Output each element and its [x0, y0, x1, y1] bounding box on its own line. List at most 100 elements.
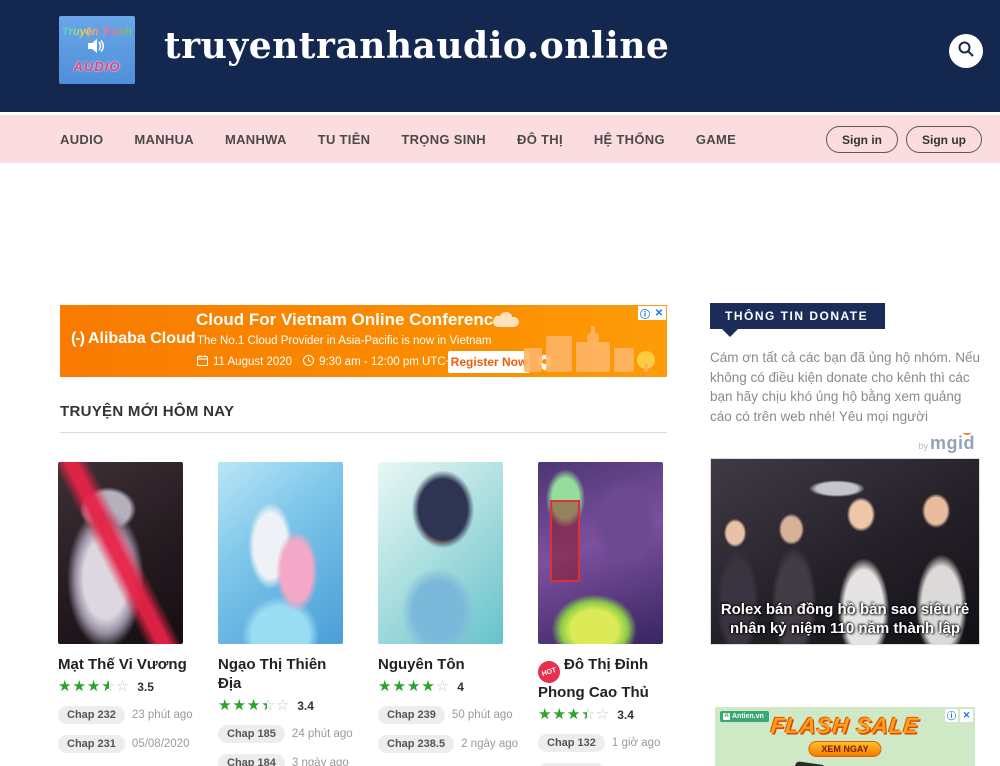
- banner-ad[interactable]: (-) Alibaba Cloud Cloud For Vietnam Onlin…: [60, 305, 667, 377]
- native-ad[interactable]: Rolex bán đồng hồ bản sao siêu rẻ nhân k…: [710, 458, 980, 645]
- mgid-text: mgid: [930, 433, 975, 453]
- register-now-button[interactable]: Register Now: [448, 351, 530, 373]
- mgid-accent-icon: [963, 430, 971, 435]
- ad-info-icon[interactable]: ⓘ: [945, 709, 958, 722]
- site-title[interactable]: truyentranhaudio.online: [164, 25, 669, 67]
- main-nav: AUDIO MANHUA MANHWA TU TIÊN TRỌNG SINH Đ…: [0, 115, 1000, 163]
- flash-sale-ad[interactable]: AAntien.vn FLASH SALE XEM NGAY ⓘ ✕: [710, 702, 980, 766]
- ad-close-icon[interactable]: ✕: [652, 306, 666, 320]
- cloud-icon: [493, 317, 519, 327]
- rating-value: 3.4: [297, 699, 314, 713]
- banner-ad-date: 11 August 2020: [213, 356, 292, 368]
- chapter-row: Chap 231 05/08/2020: [58, 735, 188, 753]
- chapter-time: 1 giờ ago: [612, 737, 660, 749]
- comic-card: Ngạo Thị Thiên Địa ☆☆☆☆☆ ★★★★★ 3.4 Chap …: [218, 462, 348, 766]
- xem-ngay-button[interactable]: XEM NGAY: [808, 741, 881, 757]
- flash-sale-title: FLASH SALE: [715, 713, 975, 739]
- stars-filled: ★★★★★: [58, 679, 109, 695]
- comic-title[interactable]: Nguyên Tôn: [378, 655, 508, 674]
- section-divider: [60, 432, 667, 433]
- comic-card: Mạt Thế Vi Vương ☆☆☆☆☆ ★★★★★ 3.5 Chap 23…: [58, 462, 188, 753]
- chapter-time: 3 ngày ago: [292, 757, 349, 766]
- chapter-badge[interactable]: Chap 239: [378, 706, 445, 724]
- comic-cover-ngao-thi-thien-dia[interactable]: [218, 462, 343, 644]
- comic-title[interactable]: Mạt Thế Vi Vương: [58, 655, 188, 674]
- sign-up-button[interactable]: Sign up: [906, 126, 982, 153]
- nav-item-manhwa[interactable]: MANHWA: [225, 132, 287, 147]
- comic-card: Nguyên Tôn ☆☆☆☆☆ ★★★★★ 4 Chap 239 50 phú…: [378, 462, 508, 753]
- auth-buttons: Sign in Sign up: [826, 126, 982, 153]
- nav-item-trong-sinh[interactable]: TRỌNG SINH: [401, 132, 486, 147]
- header: Truyện Tranh AUDIO truyentranhaudio.onli…: [0, 0, 1000, 112]
- banner-ad-title: Cloud For Vietnam Online Conference: [196, 310, 503, 330]
- stars-filled: ★★★★★: [218, 698, 267, 714]
- rating-value: 3.4: [617, 708, 634, 722]
- native-ad-headline[interactable]: Rolex bán đồng hồ bản sao siêu rẻ nhân k…: [711, 600, 979, 638]
- chapter-row: Chap 132 1 giờ ago: [538, 734, 668, 752]
- star-rating-icon: ☆☆☆☆☆ ★★★★★: [218, 698, 290, 714]
- chapter-row: Chap 239 50 phút ago: [378, 706, 508, 724]
- site-logo[interactable]: Truyện Tranh AUDIO: [59, 16, 135, 84]
- nav-item-game[interactable]: GAME: [696, 132, 736, 147]
- nav-item-audio[interactable]: AUDIO: [60, 132, 103, 147]
- speaker-icon: [88, 39, 106, 58]
- comic-cover-nguyen-ton[interactable]: [378, 462, 503, 644]
- rating-row: ☆☆☆☆☆ ★★★★★ 3.4: [538, 707, 668, 723]
- phone-image: [790, 761, 825, 766]
- logo-text-audio: AUDIO: [74, 59, 121, 74]
- mgid-logo: mgid: [930, 433, 975, 453]
- rating-row: ☆☆☆☆☆ ★★★★★ 4: [378, 679, 508, 695]
- chapter-time: 23 phút ago: [132, 709, 193, 721]
- nav-items: AUDIO MANHUA MANHWA TU TIÊN TRỌNG SINH Đ…: [60, 132, 736, 147]
- clock-icon: [303, 355, 314, 369]
- star-rating-icon: ☆☆☆☆☆ ★★★★★: [378, 679, 450, 695]
- flash-ad-controls: ⓘ ✕: [945, 709, 973, 722]
- chapter-row: Chap 232 23 phút ago: [58, 706, 188, 724]
- comic-title[interactable]: Ngạo Thị Thiên Địa: [218, 655, 348, 693]
- nav-item-manhua[interactable]: MANHUA: [134, 132, 194, 147]
- mgid-by-text: by: [918, 441, 928, 451]
- ad-close-icon[interactable]: ✕: [960, 709, 973, 722]
- mgid-attribution[interactable]: bymgid: [710, 433, 975, 454]
- comic-title[interactable]: HOTĐô Thị Đỉnh Phong Cao Thủ: [538, 655, 668, 702]
- comic-card: HOTĐô Thị Đỉnh Phong Cao Thủ ☆☆☆☆☆ ★★★★★…: [538, 462, 668, 766]
- donate-header: THÔNG TIN DONATE: [710, 303, 885, 329]
- flash-sale-ad-inner: AAntien.vn FLASH SALE XEM NGAY ⓘ ✕: [715, 707, 975, 766]
- chapter-time: 2 ngày ago: [461, 738, 518, 750]
- stars-filled: ★★★★★: [378, 679, 436, 695]
- donate-text: Cám ơn tất cả các bạn đã ủng hộ nhóm. Nế…: [710, 348, 984, 426]
- comic-cover-mat-the-vi-vuong[interactable]: [58, 462, 183, 644]
- chapter-badge[interactable]: Chap 238.5: [378, 735, 454, 753]
- rating-row: ☆☆☆☆☆ ★★★★★ 3.4: [218, 698, 348, 714]
- chapter-badge[interactable]: Chap 232: [58, 706, 125, 724]
- chapter-badge[interactable]: Chap 131: [538, 763, 605, 766]
- chapter-time: 50 phút ago: [452, 709, 513, 721]
- alibaba-brackets-icon: (-): [71, 330, 84, 347]
- alibaba-brand-text: Alibaba Cloud: [88, 330, 196, 347]
- chapter-row: Chap 184 3 ngày ago: [218, 754, 348, 766]
- hot-badge: HOT: [535, 658, 563, 686]
- chapter-time: 05/08/2020: [132, 738, 190, 750]
- chapter-badge[interactable]: Chap 185: [218, 725, 285, 743]
- section-title: TRUYỆN MỚI HÔM NAY: [60, 403, 234, 420]
- chapter-row: Chap 238.5 2 ngày ago: [378, 735, 508, 753]
- chapter-time: 24 phút ago: [292, 728, 353, 740]
- comic-cover-do-thi-dinh-phong-cao-thu[interactable]: [538, 462, 663, 644]
- nav-item-he-thong[interactable]: HỆ THỐNG: [594, 132, 665, 147]
- nav-item-tu-tien[interactable]: TU TIÊN: [318, 132, 371, 147]
- sign-in-button[interactable]: Sign in: [826, 126, 898, 153]
- chapter-badge[interactable]: Chap 184: [218, 754, 285, 766]
- chapter-badge[interactable]: Chap 231: [58, 735, 125, 753]
- star-rating-icon: ☆☆☆☆☆ ★★★★★: [58, 679, 130, 695]
- rating-row: ☆☆☆☆☆ ★★★★★ 3.5: [58, 679, 188, 695]
- banner-ad-schedule: 11 August 2020 9:30 am - 12:00 pm UTC+07…: [197, 355, 481, 369]
- rating-value: 3.5: [137, 680, 154, 694]
- stars-filled: ★★★★★: [538, 707, 587, 723]
- chapter-badge[interactable]: Chap 132: [538, 734, 605, 752]
- ad-info-icon[interactable]: ⓘ: [638, 306, 652, 320]
- page: Truyện Tranh AUDIO truyentranhaudio.onli…: [0, 0, 1000, 766]
- nav-item-do-thi[interactable]: ĐÔ THỊ: [517, 132, 563, 147]
- banner-ad-controls: ⓘ ✕: [638, 306, 666, 320]
- search-button[interactable]: [949, 34, 983, 68]
- chapter-row: Chap 131 05/08/2020: [538, 763, 668, 766]
